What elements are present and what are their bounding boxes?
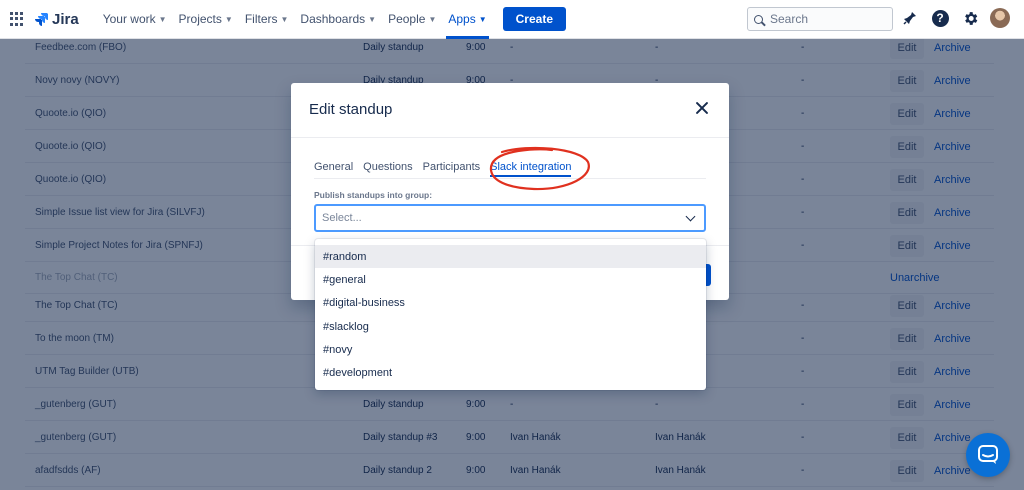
header-actions: ? [900,8,1010,28]
option-item[interactable]: #development [315,361,706,384]
option-item[interactable]: #novy [315,338,706,361]
search-input[interactable]: Search [747,7,893,31]
dialog-title: Edit standup [309,101,393,118]
chevron-down-icon: ▼ [478,14,487,24]
chevron-down-icon: ▼ [158,14,167,24]
nav-projects[interactable]: Projects ▼ [173,0,239,39]
create-button[interactable]: Create [502,7,566,31]
app-switcher-icon[interactable] [10,12,24,26]
option-item[interactable]: #general [315,268,706,291]
option-item[interactable]: #digital-business [315,292,706,315]
nav-people[interactable]: People ▼ [382,0,442,39]
chevron-down-icon: ▼ [224,14,233,24]
jira-icon [35,13,48,26]
chat-icon [978,445,998,464]
publish-group-label: Publish standups into group: [314,190,433,200]
option-item[interactable]: #random [315,245,706,269]
settings-gear-icon[interactable] [960,8,980,28]
tab-participants[interactable]: Participants [423,161,480,177]
brand-name: Jira [52,10,79,28]
jira-logo[interactable]: Jira [34,11,79,28]
chevron-down-icon: ▼ [368,14,377,24]
search-icon [754,14,763,24]
tab-questions[interactable]: Questions [363,161,413,177]
annotation-circle [489,146,590,191]
user-avatar[interactable] [990,8,1010,28]
chevron-down-icon: ▼ [428,14,437,24]
notifications-icon[interactable] [900,8,920,28]
divider [291,137,729,138]
nav-menu: Your work ▼ Projects ▼ Filters ▼ Dashboards… [97,0,493,39]
close-icon[interactable] [695,101,709,115]
nav-apps[interactable]: Apps ▼ [442,0,492,39]
search-placeholder: Search [770,12,809,26]
tab-general[interactable]: General [314,161,353,177]
nav-filters[interactable]: Filters ▼ [239,0,295,39]
nav-dashboards[interactable]: Dashboards ▼ [294,0,382,39]
chevron-down-icon: ▼ [280,14,289,24]
support-chat-button[interactable] [966,433,1010,477]
slack-group-options: #random #general #digital-business #slacklo… [315,239,706,390]
top-navigation: Jira Your work ▼ Projects ▼ Filters ▼ Dashb… [0,0,1024,39]
help-icon[interactable]: ? [930,8,950,28]
select-placeholder: Select... [322,212,362,224]
option-item[interactable]: #slacklog [315,315,706,338]
slack-group-select[interactable]: Select... [314,204,706,232]
chevron-down-icon [685,211,696,222]
nav-your-work[interactable]: Your work ▼ [97,0,173,39]
